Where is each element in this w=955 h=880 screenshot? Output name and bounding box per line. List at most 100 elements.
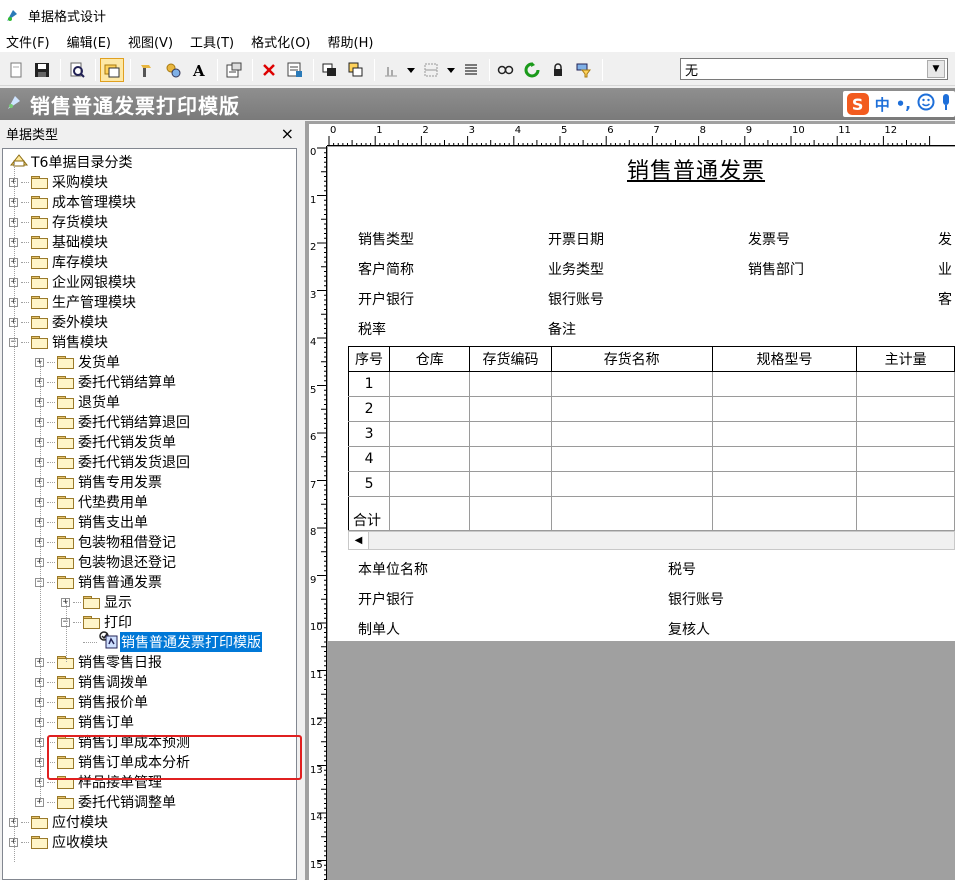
menu-help[interactable]: 帮助(H)	[328, 32, 374, 51]
ime-toolbar[interactable]: S 中 •,	[842, 91, 955, 117]
tree-node[interactable]: + 企业网银模块	[9, 272, 136, 292]
copy-icon[interactable]	[318, 58, 342, 82]
tree-node[interactable]: + 应收模块	[9, 832, 108, 852]
row-number[interactable]: 5	[347, 471, 391, 497]
tree-node[interactable]: + 包装物租借登记	[35, 532, 176, 552]
grid-cell[interactable]	[550, 371, 713, 397]
tree-node[interactable]: + 显示	[61, 592, 132, 612]
link-icon[interactable]	[494, 58, 518, 82]
grid-cell[interactable]	[711, 446, 858, 472]
table-icon[interactable]	[283, 58, 307, 82]
row-number[interactable]: 3	[347, 421, 391, 447]
column-header[interactable]: 存货编码	[469, 346, 552, 372]
lock-icon[interactable]	[546, 58, 570, 82]
border-icon[interactable]	[419, 58, 443, 82]
header-field-label[interactable]: 客	[938, 289, 952, 309]
scroll-left-icon[interactable]: ◀	[349, 532, 369, 549]
tree-node[interactable]: + 销售订单	[35, 712, 134, 732]
paste-icon[interactable]	[344, 58, 368, 82]
tree-node-ordinary-invoice[interactable]: − 销售普通发票	[35, 572, 162, 592]
tree-node[interactable]: + 委托代销结算退回	[35, 412, 190, 432]
filter-icon[interactable]	[572, 58, 596, 82]
column-header[interactable]: 存货名称	[550, 346, 713, 372]
header-field-label[interactable]: 银行账号	[548, 289, 604, 309]
grid-cell[interactable]	[711, 471, 858, 497]
chevron-down-icon[interactable]	[405, 58, 417, 82]
ime-mode[interactable]: 中	[875, 94, 890, 115]
menu-edit[interactable]: 编辑(E)	[67, 32, 111, 51]
paint-icon[interactable]	[161, 58, 185, 82]
header-field-label[interactable]: 销售类型	[358, 229, 414, 249]
invoice-title[interactable]: 销售普通发票	[627, 153, 765, 185]
grid-cell[interactable]	[469, 371, 552, 397]
tree-node[interactable]: + 成本管理模块	[9, 192, 136, 212]
justify-icon[interactable]	[459, 58, 483, 82]
detail-grid[interactable]: 序号 仓库 存货编码 存货名称 规格型号 主计量 1 2 3 4 5 合计	[347, 346, 955, 531]
grid-cell[interactable]	[711, 396, 858, 422]
tree-node[interactable]: + 基础模块	[9, 232, 108, 252]
header-field-label[interactable]: 发	[938, 229, 952, 249]
chevron-down-icon[interactable]: ▼	[927, 60, 945, 78]
tree-root[interactable]: T6单据目录分类	[9, 152, 132, 172]
tree-node[interactable]: + 采购模块	[9, 172, 108, 192]
tree-node[interactable]: + 库存模块	[9, 252, 108, 272]
template-page[interactable]: 销售普通发票 ◀ 销售类型 开票日期 发票号发客户简称 业务类型 销售部门业开户银行 银行…	[328, 147, 955, 641]
tree-node[interactable]: + 生产管理模块	[9, 292, 136, 312]
format-icon[interactable]	[135, 58, 159, 82]
footer-field-label[interactable]: 税号	[668, 559, 696, 579]
grid-cell[interactable]	[469, 396, 552, 422]
menu-tools[interactable]: 工具(T)	[190, 32, 234, 51]
close-icon[interactable]: ×	[281, 124, 294, 143]
header-field-label[interactable]: 开户银行	[358, 289, 414, 309]
grid-cell[interactable]	[389, 496, 471, 531]
new-icon[interactable]	[4, 58, 28, 82]
tree-node[interactable]: + 销售调拨单	[35, 672, 148, 692]
grid-cell[interactable]	[469, 446, 552, 472]
select-icon[interactable]	[100, 57, 124, 82]
properties-icon[interactable]	[222, 58, 246, 82]
menu-file[interactable]: 文件(F)	[6, 32, 50, 51]
ime-punctuation[interactable]: •,	[896, 95, 911, 113]
save-icon[interactable]	[30, 58, 54, 82]
row-number[interactable]: 4	[347, 446, 391, 472]
grid-cell[interactable]	[711, 496, 858, 531]
header-field-label[interactable]: 税率	[358, 319, 386, 339]
grid-cell[interactable]	[469, 421, 552, 447]
tree-node-selected-template[interactable]: 销售普通发票打印模版	[83, 631, 262, 652]
grid-cell[interactable]	[389, 446, 471, 472]
tree-node[interactable]: + 发货单	[35, 352, 120, 372]
grid-cell[interactable]	[550, 471, 713, 497]
header-field-label[interactable]: 开票日期	[548, 229, 604, 249]
table-horizontal-scrollbar[interactable]: ◀	[348, 531, 955, 550]
font-icon[interactable]: A	[187, 58, 211, 82]
grid-cell[interactable]	[469, 471, 552, 497]
tree-node-sales[interactable]: − 销售模块	[9, 332, 108, 352]
footer-field-label[interactable]: 开户银行	[358, 589, 414, 609]
tree-node[interactable]: + 包装物退还登记	[35, 552, 176, 572]
grid-cell[interactable]	[856, 446, 955, 472]
grid-cell[interactable]	[389, 396, 471, 422]
grid-cell[interactable]	[389, 471, 471, 497]
style-combo[interactable]: 无 ▼	[680, 58, 948, 80]
column-header[interactable]: 主计量	[856, 346, 955, 372]
header-field-label[interactable]: 客户简称	[358, 259, 414, 279]
footer-field-label[interactable]: 复核人	[668, 619, 710, 639]
microphone-icon[interactable]	[941, 93, 951, 115]
tree-node[interactable]: + 委托代销发货退回	[35, 452, 190, 472]
ime-logo[interactable]: S	[846, 93, 869, 115]
tree-node[interactable]: + 应付模块	[9, 812, 108, 832]
grid-cell[interactable]	[856, 421, 955, 447]
header-field-label[interactable]: 业务类型	[548, 259, 604, 279]
preview-icon[interactable]	[65, 58, 89, 82]
row-number[interactable]: 1	[347, 371, 391, 397]
menu-format[interactable]: 格式化(O)	[251, 32, 310, 51]
grid-cell[interactable]	[856, 471, 955, 497]
align-icon[interactable]	[379, 58, 403, 82]
footer-field-label[interactable]: 本单位名称	[358, 559, 428, 579]
tree-node[interactable]: + 销售零售日报	[35, 652, 162, 672]
grid-cell[interactable]	[711, 421, 858, 447]
delete-icon[interactable]	[257, 58, 281, 82]
grid-cell[interactable]	[550, 396, 713, 422]
tree-node[interactable]: + 代垫费用单	[35, 492, 148, 512]
header-field-label[interactable]: 备注	[548, 319, 576, 339]
